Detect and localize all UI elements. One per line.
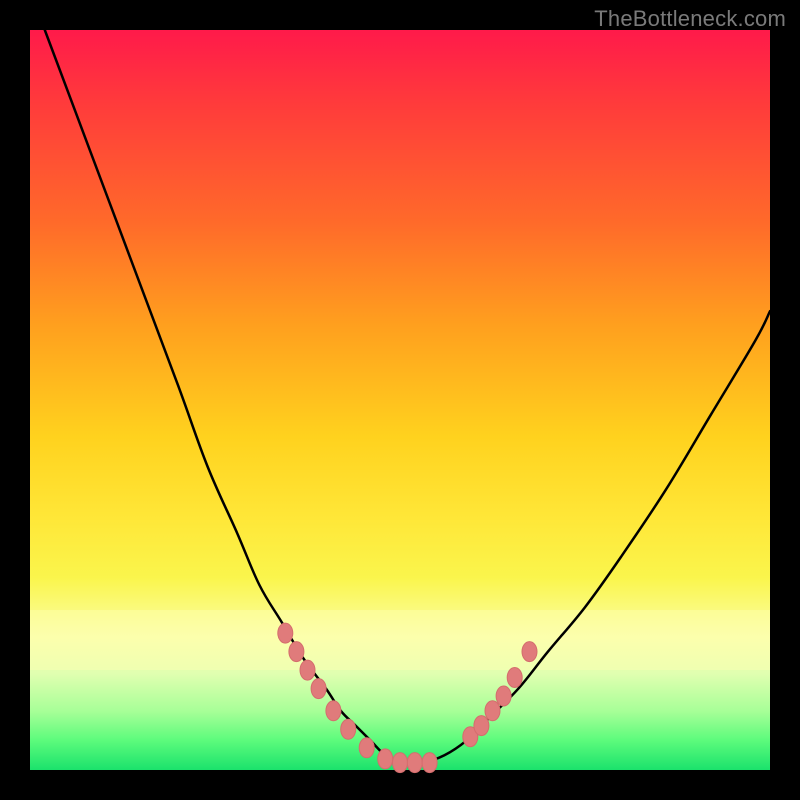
left-curve	[45, 30, 400, 763]
left-markers-dot	[289, 642, 304, 662]
curve-layer	[30, 30, 770, 770]
right-markers-dot	[522, 642, 537, 662]
chart-frame: TheBottleneck.com	[0, 0, 800, 800]
left-markers-dot	[378, 749, 393, 769]
left-markers-dot	[407, 753, 422, 773]
right-markers-dot	[507, 668, 522, 688]
right-curve	[400, 311, 770, 763]
left-markers-dot	[278, 623, 293, 643]
right-markers-dot	[496, 686, 511, 706]
right-markers-dot	[485, 701, 500, 721]
left-markers-dot	[326, 701, 341, 721]
right-markers-dot	[474, 716, 489, 736]
left-markers-dot	[311, 679, 326, 699]
left-markers-dot	[359, 738, 374, 758]
left-markers-dot	[341, 719, 356, 739]
watermark-text: TheBottleneck.com	[594, 6, 786, 32]
left-markers-dot	[422, 753, 437, 773]
left-markers-dot	[393, 753, 408, 773]
left-markers-dot	[300, 660, 315, 680]
